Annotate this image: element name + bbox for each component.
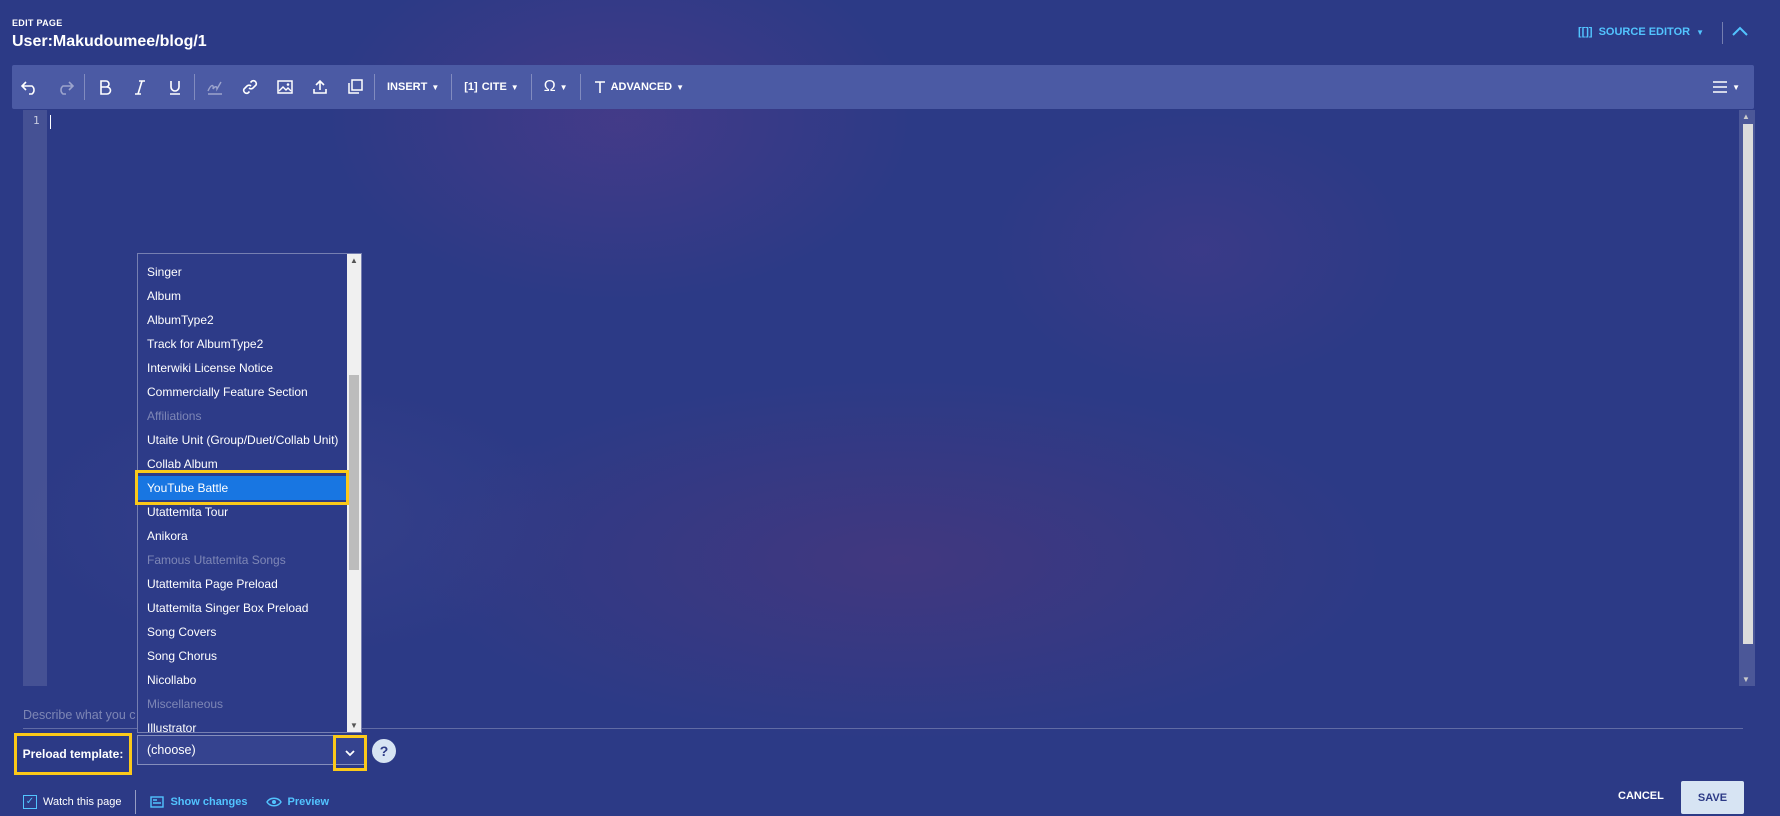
toolbar-divider [530, 74, 532, 100]
underline-button[interactable] [157, 65, 192, 109]
chevron-down-icon: ▼ [1696, 27, 1704, 37]
dropdown-option[interactable]: Illustrator [138, 716, 347, 732]
dropdown-group-header: Famous Utattemita Songs [147, 553, 286, 567]
text-cursor [50, 115, 51, 129]
header-divider [1722, 22, 1723, 44]
eye-icon [265, 797, 282, 807]
dropdown-option[interactable]: AlbumType2 [138, 308, 347, 332]
advanced-menu-button[interactable]: ADVANCED ▼ [583, 65, 694, 109]
dropdown-option[interactable]: Singer [138, 260, 347, 284]
cite-menu-button[interactable]: [1] CITE ▼ [454, 65, 528, 109]
show-changes-label: Show changes [170, 796, 248, 808]
dropdown-option[interactable]: Utattemita Page Preload [138, 572, 347, 596]
show-changes-button[interactable]: Show changes [150, 795, 248, 809]
edit-page-label: EDIT PAGE [12, 18, 63, 28]
redo-button[interactable] [47, 65, 82, 109]
editor-toolbar: INSERT ▼ [1] CITE ▼ Ω ▼ ADVANCED ▼ ▼ [12, 65, 1754, 109]
cite-icon: [1] [464, 81, 478, 93]
dropdown-scrollbar-thumb[interactable] [349, 375, 359, 570]
image-button[interactable] [267, 65, 302, 109]
source-editor-button[interactable]: [[]] SOURCE EDITOR ▼ [1578, 26, 1704, 38]
editor-scrollbar-thumb[interactable] [1743, 124, 1753, 644]
highlight-box-selected-option [135, 470, 349, 505]
dropdown-option[interactable]: Interwiki License Notice [138, 356, 347, 380]
bold-icon [99, 80, 111, 95]
preview-label: Preview [287, 796, 330, 808]
dropdown-scrollbar[interactable]: ▲ ▼ [347, 254, 361, 732]
toolbar-divider [374, 74, 375, 100]
image-icon [276, 80, 293, 94]
watch-label[interactable]: Watch this page [43, 796, 121, 808]
hamburger-icon [1713, 81, 1728, 93]
chevron-down-icon: ▼ [510, 82, 519, 92]
cancel-button[interactable]: CANCEL [1618, 790, 1664, 802]
link-icon [242, 79, 257, 95]
toolbar-divider [84, 74, 85, 100]
redo-icon [59, 81, 74, 95]
special-characters-button[interactable]: Ω ▼ [534, 65, 578, 109]
line-number: 1 [33, 114, 40, 127]
footer-actions: ✓ Watch this page Show changes Preview [23, 790, 347, 814]
chevron-down-icon: ▼ [1732, 82, 1740, 92]
toolbar-divider [451, 74, 453, 100]
link-button[interactable] [232, 65, 267, 109]
signature-icon [206, 81, 222, 95]
footer-divider [135, 790, 137, 814]
check-icon: ✓ [25, 796, 35, 807]
highlight-box-arrow [333, 735, 367, 771]
toolbar-divider [194, 74, 195, 100]
dropdown-option[interactable]: Nicollabo [138, 668, 347, 692]
editor-scrollbar[interactable]: ▲ ▼ [1739, 110, 1755, 686]
bold-button[interactable] [87, 65, 122, 109]
upload-button[interactable] [302, 65, 337, 109]
undo-icon [20, 81, 35, 95]
chevron-down-icon: ▼ [431, 82, 440, 92]
insert-label: INSERT [387, 81, 428, 93]
cite-label: CITE [481, 81, 507, 93]
dropdown-option[interactable]: Utattemita Singer Box Preload [138, 596, 347, 620]
chevron-up-icon[interactable] [1730, 22, 1750, 42]
gallery-button[interactable] [337, 65, 372, 109]
gallery-icon [347, 79, 363, 94]
italic-icon [134, 80, 145, 95]
italic-button[interactable] [122, 65, 157, 109]
save-button[interactable]: SAVE [1681, 781, 1744, 814]
source-editor-icon: [[]] [1577, 26, 1593, 38]
page-title: User:Makudoumee/blog/1 [12, 33, 207, 50]
source-editor-label: SOURCE EDITOR [1598, 26, 1691, 38]
dropdown-option[interactable]: Album [138, 284, 347, 308]
upload-icon [312, 79, 327, 94]
scroll-down-icon[interactable]: ▼ [1742, 675, 1750, 684]
chevron-down-icon: ▼ [559, 82, 568, 92]
undo-button[interactable] [12, 65, 47, 109]
dropdown-option[interactable]: Song Covers [138, 620, 347, 644]
dropdown-group-header: Miscellaneous [147, 697, 224, 711]
insert-menu-button[interactable]: INSERT ▼ [377, 65, 449, 109]
dropdown-group-header: Affiliations [147, 409, 202, 423]
watch-checkbox[interactable]: ✓ [23, 795, 37, 809]
omega-icon: Ω [543, 78, 556, 95]
dropdown-option[interactable]: Anikora [138, 524, 347, 548]
help-icon[interactable]: ? [372, 739, 396, 763]
preload-selected-value: (choose) [147, 743, 196, 757]
underline-icon [169, 81, 180, 95]
dropdown-option[interactable]: Utaite Unit (Group/Duet/Collab Unit) [138, 428, 347, 452]
scroll-up-icon[interactable]: ▲ [350, 256, 358, 265]
signature-button[interactable] [197, 65, 232, 109]
edit-summary-placeholder[interactable]: Describe what you c [23, 708, 136, 722]
line-number-gutter [23, 110, 47, 686]
text-style-icon [594, 81, 605, 93]
toolbar-menu-button[interactable]: ▼ [1712, 80, 1740, 94]
scroll-up-icon[interactable]: ▲ [1742, 112, 1750, 121]
dropdown-option[interactable]: Track for AlbumType2 [138, 332, 347, 356]
highlight-box-label [14, 733, 132, 775]
chevron-down-icon: ▼ [676, 82, 685, 92]
preview-button[interactable]: Preview [265, 796, 330, 808]
advanced-label: ADVANCED [610, 81, 673, 93]
diff-icon [150, 796, 165, 808]
scroll-down-icon[interactable]: ▼ [350, 721, 358, 730]
toolbar-divider [579, 74, 581, 100]
dropdown-option[interactable]: Commercially Feature Section [138, 380, 347, 404]
dropdown-option[interactable]: Song Chorus [138, 644, 347, 668]
